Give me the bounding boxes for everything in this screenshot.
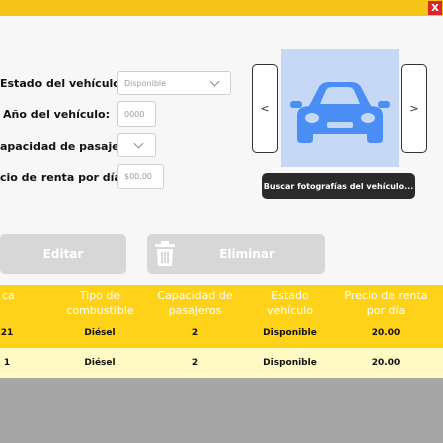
chevron-down-icon	[133, 138, 144, 149]
table-cell: Disponible	[263, 328, 317, 338]
edit-button[interactable]: Editar	[0, 234, 126, 274]
next-photo-button[interactable]: >	[401, 64, 427, 153]
vehicle-photo	[281, 49, 399, 167]
trash-icon	[155, 241, 175, 266]
table-cell: 20.00	[371, 358, 401, 368]
table-cell: Disponible	[263, 358, 317, 368]
edit-button-label: Editar	[42, 247, 84, 261]
table-row[interactable]: 21 Diésel 2 Disponible 20.00	[0, 318, 443, 348]
column-header: Estado vehículo	[266, 289, 314, 317]
table-cell: 1	[3, 358, 11, 368]
precio-placeholder: $00.00	[124, 172, 152, 181]
table-cell: Diésel	[84, 358, 116, 368]
prev-photo-button[interactable]: <	[252, 64, 278, 153]
table-cell: 2	[191, 328, 199, 338]
column-header: Tipo de combustible	[66, 289, 134, 317]
table-cell: 20.00	[371, 328, 401, 338]
anio-input[interactable]: 0000	[117, 101, 156, 127]
anio-placeholder: 0000	[124, 109, 145, 119]
table-row[interactable]: 1 Diésel 2 Disponible 20.00	[0, 348, 443, 378]
precio-label: cio de renta por día:	[0, 171, 127, 184]
estado-value: Disponible	[124, 78, 167, 88]
browse-photos-button[interactable]: Buscar fotografías del vehículo...	[262, 173, 415, 199]
table-header: ca Tipo de combustible Capacidad de pasa…	[0, 285, 443, 318]
precio-input[interactable]: $00.00	[117, 164, 164, 189]
anio-label: Año del vehículo:	[3, 108, 110, 121]
car-icon	[290, 82, 390, 143]
table-cell: 21	[0, 328, 14, 338]
column-header: ca	[2, 289, 15, 302]
table-empty-area	[0, 378, 443, 443]
column-header: Capacidad de pasajeros	[157, 289, 233, 317]
table-cell: 2	[191, 358, 199, 368]
delete-button[interactable]: Eliminar	[147, 234, 325, 274]
delete-button-label: Eliminar	[219, 247, 275, 261]
close-button[interactable]: X	[428, 1, 442, 15]
table-cell: Diésel	[84, 328, 116, 338]
capacidad-select[interactable]	[117, 133, 156, 157]
estado-label: Estado del vehículo:	[0, 77, 126, 90]
estado-select[interactable]: Disponible	[117, 71, 231, 95]
column-header: Precio de renta por día	[344, 289, 428, 317]
chevron-down-icon	[209, 76, 220, 87]
capacidad-label: apacidad de pasajeros:	[0, 140, 144, 153]
title-bar: X	[0, 0, 443, 16]
